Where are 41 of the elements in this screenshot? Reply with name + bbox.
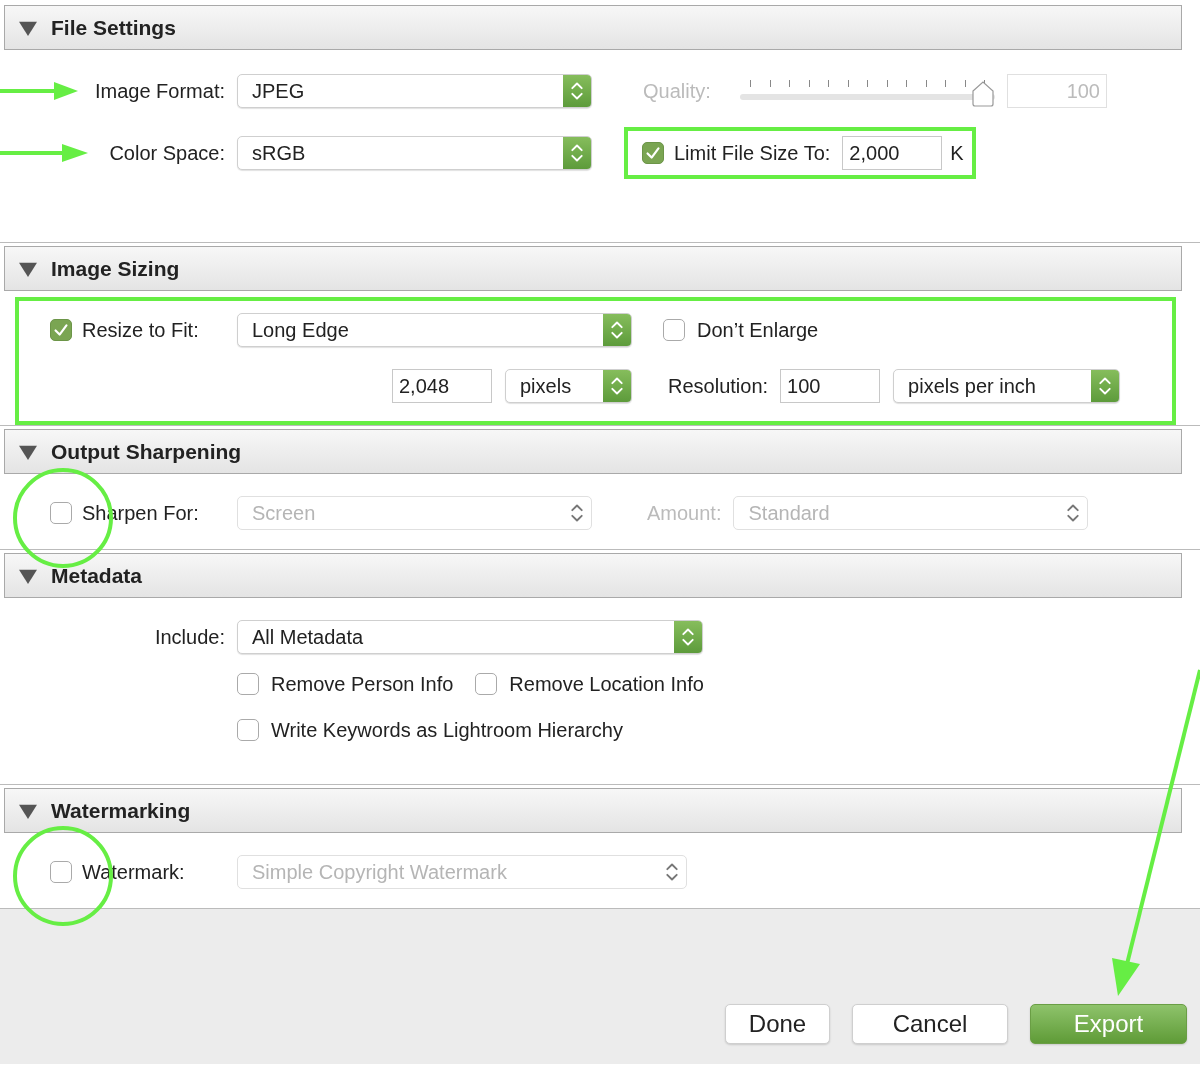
field-label: Image Format: [94,79,225,102]
checkbox-label: Resize to Fit: [82,318,199,342]
stepper-icon [603,314,631,346]
stepper-icon [674,621,702,653]
text-field[interactable]: 100 [780,369,881,403]
dropdown[interactable]: Long Edge [237,313,632,347]
dropdown[interactable]: pixels [505,369,632,403]
checkbox[interactable] [642,142,664,164]
text-field[interactable]: 2,048 [392,369,492,403]
checkbox-label: Write Keywords as Lightroom Hierarchy [271,718,623,742]
field-label: Color Space: [109,141,225,164]
section-title: Metadata [51,563,143,588]
dropdown[interactable]: JPEG [237,74,592,108]
dialog-button[interactable]: Cancel [852,1004,1008,1044]
stepper-icon [603,370,631,402]
field-label: Quality: [643,79,712,103]
field-label: Resolution: [668,374,769,398]
checkbox-label: Don’t Enlarge [697,318,819,342]
section-title: File Settings [51,15,176,40]
field-label: Amount: [647,501,722,525]
dropdown[interactable]: pixels per inch [893,369,1121,403]
section-title: Image Sizing [51,256,180,281]
checkbox[interactable] [237,673,259,695]
text-field[interactable]: 2,000 [842,136,943,170]
checkbox[interactable] [475,673,498,695]
stepper-icon [563,137,591,169]
checkbox-label: Remove Location Info [509,672,704,696]
checkbox-label: Remove Person Info [271,672,454,696]
dropdown[interactable]: sRGB [237,136,592,170]
stepper-icon [1091,370,1120,402]
section-title: Watermarking [51,798,191,823]
stepper-icon [563,75,591,107]
field-label: Include: [154,625,225,648]
checkbox[interactable] [237,719,259,741]
unit-label: K [950,141,964,165]
checkbox-label: Limit File Size To: [674,141,831,165]
dialog-button[interactable]: Done [725,1004,830,1044]
checkbox[interactable] [50,319,72,341]
checkbox[interactable] [663,319,685,341]
section-title: Output Sharpening [51,439,242,464]
dropdown[interactable]: All Metadata [237,620,703,654]
